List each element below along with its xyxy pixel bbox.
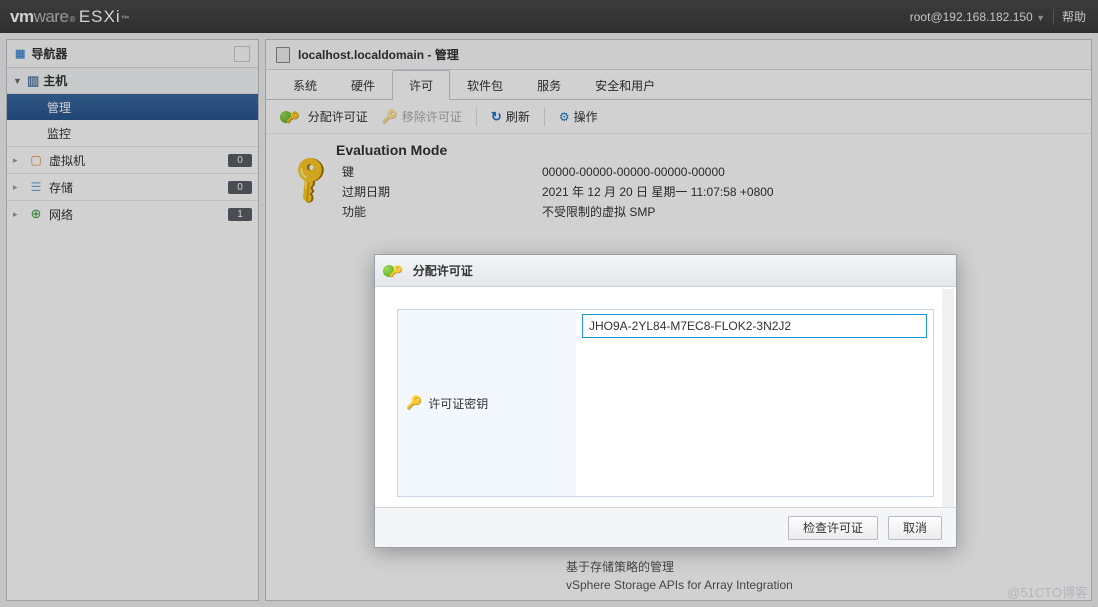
license-key-input[interactable]: [582, 314, 927, 338]
license-key-field-label: 许可证密钥: [428, 395, 488, 412]
scrollbar[interactable]: [942, 289, 954, 507]
license-key-label-cell: 🔑 许可证密钥: [398, 310, 576, 496]
key-icon: 🔑: [406, 395, 422, 411]
watermark: @51CTO博客: [1007, 582, 1088, 601]
form-row: 🔑 许可证密钥: [397, 309, 934, 497]
modal-title: 分配许可证: [413, 262, 473, 279]
assign-license-modal: 分配许可证 🔑 许可证密钥 检查许可证 取消: [374, 254, 957, 548]
cancel-button[interactable]: 取消: [888, 516, 942, 540]
check-license-button[interactable]: 检查许可证: [788, 516, 878, 540]
modal-body: 🔑 许可证密钥: [375, 287, 956, 507]
modal-title-bar: 分配许可证: [375, 255, 956, 287]
modal-footer: 检查许可证 取消: [375, 507, 956, 547]
key-plus-icon: [385, 263, 407, 278]
license-key-input-cell: [576, 310, 933, 496]
